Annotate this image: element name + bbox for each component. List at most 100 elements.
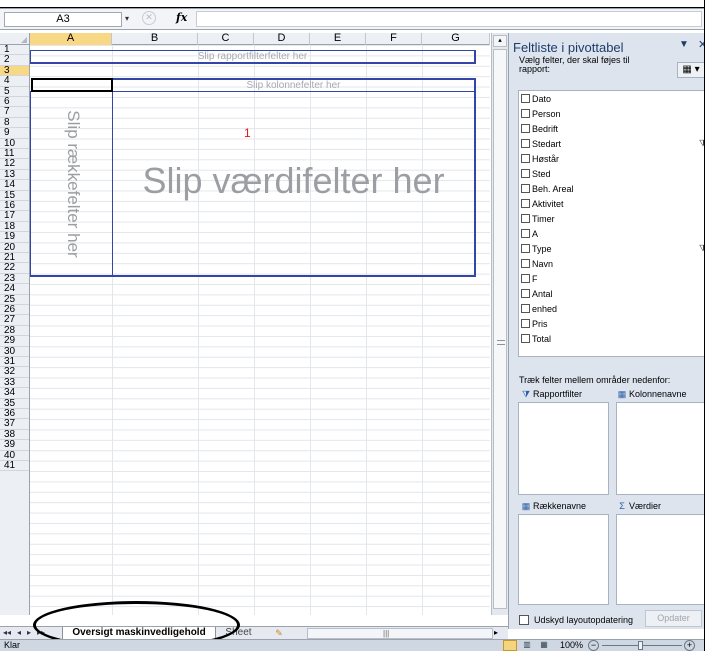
pivot-field-list-pane: Feltliste i pivottabel ▼ ✕ Vælg felter, … (508, 33, 705, 629)
field-item[interactable]: Pris (521, 318, 548, 331)
field-item[interactable]: Stedart (521, 138, 561, 151)
layout-options-button[interactable]: ▦ ▾ (677, 62, 705, 78)
field-item[interactable]: Total (521, 333, 551, 346)
sheet-tab-sheet[interactable]: Sheet (216, 627, 261, 639)
field-item[interactable]: F (521, 273, 538, 286)
row-drop-zone[interactable]: Slip rækkefelter her (30, 91, 113, 277)
column-header-c[interactable]: C (198, 33, 254, 45)
scroll-right-button[interactable]: ▸ (494, 628, 498, 637)
page-break-view-icon[interactable]: ▦ (537, 640, 551, 651)
field-label: Antal (532, 289, 553, 299)
field-item[interactable]: Person (521, 108, 561, 121)
previous-sheet-icon[interactable]: ◂ (17, 628, 21, 637)
field-checkbox[interactable] (521, 184, 530, 194)
field-checkbox[interactable] (521, 109, 530, 119)
zoom-level[interactable]: 100% (560, 640, 583, 651)
field-checkbox[interactable] (521, 274, 530, 284)
values-area[interactable] (616, 514, 705, 605)
field-label: Stedart (532, 139, 562, 149)
update-button[interactable]: Opdater (645, 610, 702, 627)
page-layout-view-icon[interactable]: ▥ (520, 640, 534, 651)
column-drop-zone[interactable]: Slip kolonnefelter her (112, 78, 476, 92)
field-checkbox[interactable] (521, 139, 530, 149)
field-item[interactable]: Beh. Areal (521, 183, 574, 196)
field-list: Dato Person Bedrift Stedart ⧩ Høstår Sted Beh. … (518, 90, 705, 357)
field-label: A (532, 229, 539, 239)
vertical-scrollbar[interactable]: ▴ (491, 33, 508, 615)
select-all-button[interactable] (0, 33, 30, 45)
field-item[interactable]: Bedrift (521, 123, 558, 136)
column-header-a[interactable]: A (30, 33, 112, 45)
field-checkbox[interactable] (521, 289, 530, 299)
field-checkbox[interactable] (521, 319, 530, 329)
field-item[interactable]: enhed (521, 303, 557, 316)
report-filter-drop-zone[interactable]: Slip rapportfilterfelter her (30, 50, 476, 64)
field-item[interactable]: Antal (521, 288, 553, 301)
zoom-out-button[interactable]: − (588, 640, 599, 651)
field-item[interactable]: Aktivitet (521, 198, 564, 211)
defer-layout-checkbox[interactable] (519, 614, 529, 625)
report-filter-area-label: Rapportfilter (533, 389, 583, 399)
field-checkbox[interactable] (521, 229, 530, 239)
field-checkbox[interactable] (521, 154, 530, 164)
field-checkbox[interactable] (521, 169, 530, 179)
name-box[interactable]: A3 (4, 12, 122, 27)
row-placeholder: Slip rækkefelter her (64, 110, 83, 258)
field-item[interactable]: Timer (521, 213, 555, 226)
zoom-slider-thumb[interactable] (638, 641, 643, 650)
column-labels-area-label: Kolonnenavne (629, 389, 687, 399)
pane-menu-icon[interactable]: ▼ (679, 39, 689, 50)
defer-layout-update[interactable]: Udskyd layoutopdatering (519, 614, 633, 626)
field-item[interactable]: Type (521, 243, 552, 256)
values-area-label: Værdier (629, 501, 662, 511)
cancel-entry-icon[interactable]: ✕ (142, 11, 156, 25)
field-item[interactable]: A (521, 228, 538, 241)
field-checkbox[interactable] (521, 259, 530, 269)
insert-sheet-icon[interactable]: ✎ (265, 628, 293, 639)
vertical-scroll-thumb[interactable] (493, 49, 507, 609)
field-checkbox[interactable] (521, 334, 530, 344)
column-header-f[interactable]: F (366, 33, 422, 45)
horizontal-scrollbar[interactable]: ||| (307, 628, 493, 639)
row-header-41[interactable]: 41 (0, 460, 29, 472)
field-checkbox[interactable] (521, 244, 530, 254)
field-checkbox[interactable] (521, 94, 530, 104)
row-labels-area[interactable] (518, 514, 609, 605)
field-label: Type (532, 244, 552, 254)
report-filter-area[interactable] (518, 402, 609, 495)
column-header-b[interactable]: B (112, 33, 198, 45)
field-label: Dato (532, 94, 552, 104)
column-labels-area[interactable] (616, 402, 705, 495)
normal-view-icon[interactable] (503, 640, 517, 651)
scroll-up-button[interactable]: ▴ (493, 35, 507, 47)
column-header-d[interactable]: D (254, 33, 310, 45)
next-sheet-icon[interactable]: ▸ (27, 628, 31, 637)
column-placeholder: Slip kolonnefelter her (246, 80, 341, 91)
field-checkbox[interactable] (521, 304, 530, 314)
values-drop-zone[interactable]: Slip værdifelter her (112, 91, 476, 277)
sheet-tab-active[interactable]: Oversigt maskinvedligehold (62, 627, 216, 639)
active-cell-a3[interactable] (31, 78, 113, 92)
formula-input[interactable] (196, 11, 702, 27)
name-box-dropdown-icon[interactable]: ▾ (125, 14, 129, 23)
field-checkbox[interactable] (521, 199, 530, 209)
field-label: Total (532, 334, 552, 344)
field-label: Beh. Areal (532, 184, 574, 194)
column-header-g[interactable]: G (422, 33, 490, 45)
insert-function-icon[interactable]: fx (176, 11, 187, 24)
defer-layout-label: Udskyd layoutopdatering (534, 615, 634, 625)
row-labels-area-label: Rækkenavne (533, 501, 587, 511)
field-item[interactable]: Sted (521, 168, 551, 181)
field-label: F (532, 274, 538, 284)
column-header-e[interactable]: E (310, 33, 366, 45)
field-checkbox[interactable] (521, 214, 530, 224)
field-checkbox[interactable] (521, 124, 530, 134)
column-labels-area-header: ▦ Kolonnenavne (615, 388, 687, 400)
first-sheet-icon[interactable]: ◂◂ (3, 628, 11, 637)
field-item[interactable]: Navn (521, 258, 553, 271)
last-sheet-icon[interactable]: ▸▸ (37, 628, 45, 637)
field-item[interactable]: Dato (521, 93, 551, 106)
field-label: Timer (532, 214, 555, 224)
zoom-in-button[interactable]: + (684, 640, 695, 651)
field-item[interactable]: Høstår (521, 153, 559, 166)
